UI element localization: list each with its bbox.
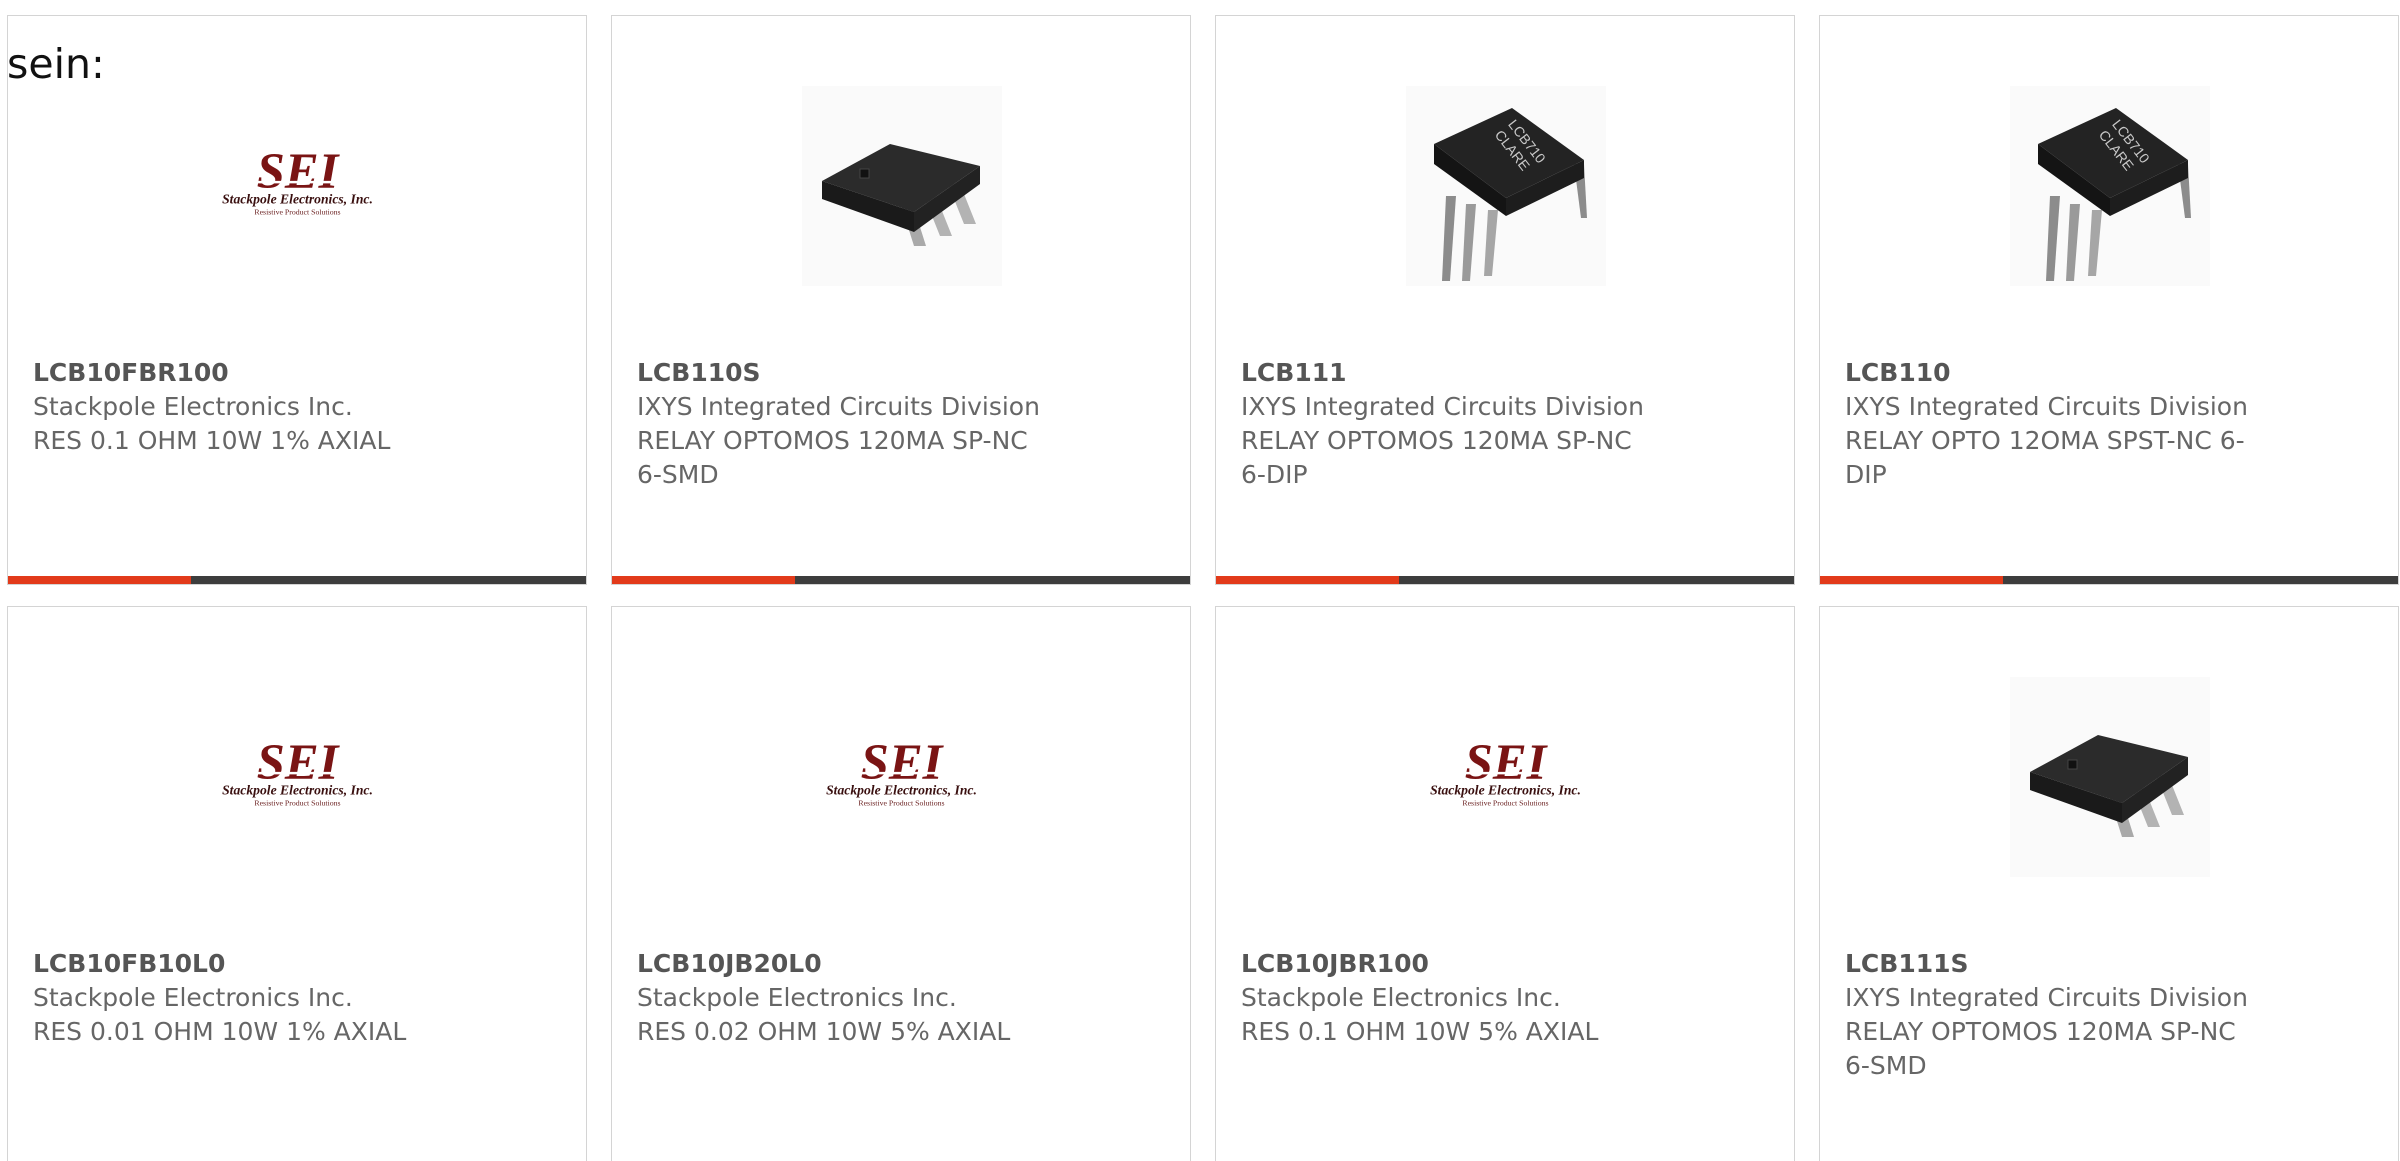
product-card[interactable]: LCB110S IXYS Integrated Circuits Divisio… — [611, 15, 1191, 585]
description: RES 0.1 OHM 10W 5% AXIAL — [1241, 1017, 1599, 1046]
product-image: SEI Stackpole Electronics, Inc. Resistiv… — [1406, 677, 1606, 877]
product-card[interactable]: LCB111S IXYS Integrated Circuits Divisio… — [1819, 606, 2399, 1161]
product-card[interactable]: SEI Stackpole Electronics, Inc. Resistiv… — [7, 606, 587, 1161]
part-number[interactable]: LCB111S — [1845, 947, 2248, 981]
svg-text:Resistive Product Solutions: Resistive Product Solutions — [254, 798, 340, 807]
product-info: LCB10JB20L0 Stackpole Electronics Inc. R… — [637, 947, 1040, 1049]
product-image — [802, 86, 1002, 286]
product-image: LCB710 CLARE — [2010, 86, 2210, 286]
svg-text:Resistive Product Solutions: Resistive Product Solutions — [1462, 798, 1548, 807]
description: RELAY OPTOMOS 120MA SP-NC 6-DIP — [1241, 426, 1632, 489]
part-number[interactable]: LCB10JBR100 — [1241, 947, 1644, 981]
product-card[interactable]: SEI Stackpole Electronics, Inc. Resistiv… — [611, 606, 1191, 1161]
product-info: LCB10FBR100 Stackpole Electronics Inc. R… — [33, 356, 436, 458]
product-card[interactable]: SEI Stackpole Electronics, Inc. Resistiv… — [7, 15, 587, 585]
product-card[interactable]: SEI Stackpole Electronics, Inc. Resistiv… — [1215, 606, 1795, 1161]
manufacturer: Stackpole Electronics Inc. — [33, 983, 353, 1012]
manufacturer: IXYS Integrated Circuits Division — [1845, 983, 2248, 1012]
part-number[interactable]: LCB10FBR100 — [33, 356, 436, 390]
product-grid-page: sein: SEI Stackpole Electronics, Inc. Re… — [0, 0, 2400, 1161]
product-info: LCB10FB10L0 Stackpole Electronics Inc. R… — [33, 947, 436, 1049]
product-image — [2010, 677, 2210, 877]
product-card[interactable]: LCB710 CLARE LCB111 IXYS Integrated Circ… — [1215, 15, 1795, 585]
manufacturer: IXYS Integrated Circuits Division — [1845, 392, 2248, 421]
product-image: SEI Stackpole Electronics, Inc. Resistiv… — [198, 677, 398, 877]
description: RES 0.02 OHM 10W 5% AXIAL — [637, 1017, 1011, 1046]
manufacturer: Stackpole Electronics Inc. — [1241, 983, 1561, 1012]
description: RELAY OPTOMOS 120MA SP-NC 6-SMD — [637, 426, 1028, 489]
product-info: LCB111S IXYS Integrated Circuits Divisio… — [1845, 947, 2248, 1083]
part-number[interactable]: LCB110S — [637, 356, 1040, 390]
manufacturer: Stackpole Electronics Inc. — [33, 392, 353, 421]
svg-text:Stackpole Electronics, Inc.: Stackpole Electronics, Inc. — [222, 783, 373, 798]
product-info: LCB110 IXYS Integrated Circuits Division… — [1845, 356, 2248, 492]
description: RES 0.1 OHM 10W 1% AXIAL — [33, 426, 391, 455]
svg-text:Resistive Product Solutions: Resistive Product Solutions — [254, 207, 340, 216]
card-bottom-bar — [1820, 576, 2398, 584]
product-card[interactable]: LCB710 CLARE LCB110 IXYS Integrated Circ… — [1819, 15, 2399, 585]
svg-text:Stackpole Electronics, Inc.: Stackpole Electronics, Inc. — [222, 192, 373, 207]
intro-text: sein: — [7, 40, 105, 88]
manufacturer: Stackpole Electronics Inc. — [637, 983, 957, 1012]
manufacturer: IXYS Integrated Circuits Division — [637, 392, 1040, 421]
svg-text:Stackpole Electronics, Inc.: Stackpole Electronics, Inc. — [826, 783, 977, 798]
part-number[interactable]: LCB111 — [1241, 356, 1644, 390]
part-number[interactable]: LCB110 — [1845, 356, 2248, 390]
part-number[interactable]: LCB10JB20L0 — [637, 947, 1040, 981]
product-image: LCB710 CLARE — [1406, 86, 1606, 286]
card-bottom-bar — [8, 576, 586, 584]
svg-text:Resistive Product Solutions: Resistive Product Solutions — [858, 798, 944, 807]
description: RELAY OPTO 12OMA SPST-NC 6-DIP — [1845, 426, 2245, 489]
manufacturer: IXYS Integrated Circuits Division — [1241, 392, 1644, 421]
card-bottom-bar — [1216, 576, 1794, 584]
description: RELAY OPTOMOS 120MA SP-NC 6-SMD — [1845, 1017, 2236, 1080]
product-info: LCB111 IXYS Integrated Circuits Division… — [1241, 356, 1644, 492]
description: RES 0.01 OHM 10W 1% AXIAL — [33, 1017, 407, 1046]
part-number[interactable]: LCB10FB10L0 — [33, 947, 436, 981]
card-bottom-bar — [612, 576, 1190, 584]
product-image: SEI Stackpole Electronics, Inc. Resistiv… — [198, 86, 398, 286]
product-info: LCB10JBR100 Stackpole Electronics Inc. R… — [1241, 947, 1644, 1049]
product-info: LCB110S IXYS Integrated Circuits Divisio… — [637, 356, 1040, 492]
product-image: SEI Stackpole Electronics, Inc. Resistiv… — [802, 677, 1002, 877]
svg-text:Stackpole Electronics, Inc.: Stackpole Electronics, Inc. — [1430, 783, 1581, 798]
